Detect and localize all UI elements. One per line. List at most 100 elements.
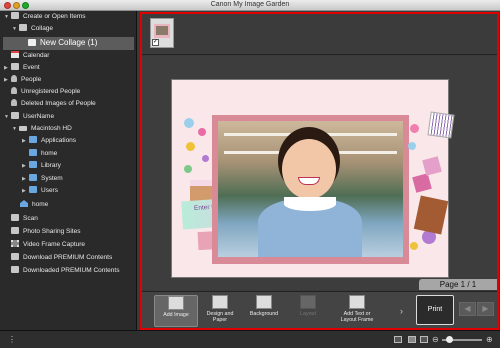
sidebar-item-photo-sharing-sites[interactable]: Photo Sharing Sites (11, 226, 80, 238)
gift-sticker[interactable] (422, 156, 442, 176)
flower-decoration (184, 118, 194, 128)
zoom-in-icon[interactable]: ⊕ (486, 335, 493, 344)
design-and-paper-button[interactable]: Design and Paper (198, 295, 242, 327)
previous-button[interactable]: ◀ (459, 302, 476, 316)
disclosure-open-icon[interactable]: ▼ (4, 11, 11, 23)
collage-page[interactable]: Enter text. (171, 79, 455, 278)
collage-icon (19, 24, 27, 31)
folder-icon (29, 149, 37, 156)
sidebar-item-event[interactable]: ▶ Event (4, 62, 40, 74)
chevron-right-icon[interactable]: › (400, 306, 403, 316)
next-button[interactable]: ▶ (477, 302, 494, 316)
flower-decoration (408, 142, 416, 150)
page-indicator: Page 1 / 1 (419, 279, 497, 290)
zoom-out-icon[interactable]: ⊖ (432, 335, 439, 344)
thumbnail-photo-preview (156, 26, 168, 35)
sidebar-item-username[interactable]: ▼ UserName (4, 111, 54, 123)
page-select-checkbox[interactable]: ✓ (152, 39, 159, 46)
sidebar-item-system[interactable]: ▶ System (22, 173, 63, 185)
download-icon (11, 253, 19, 260)
flower-decoration (198, 128, 206, 136)
shelf (224, 133, 397, 136)
video-frame-icon (11, 240, 19, 247)
layout-icon (300, 295, 316, 309)
photo-subject-collar (284, 197, 336, 211)
hard-drive-icon (19, 126, 27, 131)
sidebar-item-download-premium-contents[interactable]: Download PREMIUM Contents (11, 252, 112, 264)
striped-gift-sticker[interactable] (427, 111, 455, 139)
sidebar-item-calendar[interactable]: Calendar (11, 50, 49, 62)
flower-decoration (184, 165, 192, 173)
sidebar-item-new-collage[interactable]: New Collage (1) (28, 37, 97, 49)
event-icon (11, 63, 19, 70)
flower-decoration (186, 142, 195, 151)
add-text-icon (349, 295, 365, 309)
preview-canvas: Enter text. Page 1 / 1 (142, 56, 497, 290)
flower-decoration (410, 124, 419, 133)
flower-decoration (202, 155, 209, 162)
photo-subject-face (282, 139, 336, 199)
page-thumbnail-strip: ✓ (142, 14, 497, 55)
print-button[interactable]: Print (416, 295, 454, 325)
background-button[interactable]: Background (242, 295, 286, 327)
disclosure-open-icon[interactable]: ▼ (12, 123, 19, 135)
sidebar-item-collage[interactable]: ▼ Collage (12, 23, 53, 35)
sidebar-item-library[interactable]: ▶ Library (22, 160, 61, 172)
edit-area: ✓ Enter text. Page 1 / 1 Add Image Desig… (140, 12, 499, 330)
sidebar-item-video-frame-capture[interactable]: Video Frame Capture (11, 239, 85, 251)
sidebar-item-applications[interactable]: ▶ Applications (22, 135, 76, 147)
unregistered-person-icon (11, 87, 17, 94)
gift-sticker[interactable] (412, 173, 432, 193)
sidebar-item-home[interactable]: home (20, 199, 48, 211)
edit-toolbar: Add Image Design and Paper Background La… (142, 291, 497, 328)
single-view-icon[interactable] (394, 336, 402, 343)
folder-icon (29, 161, 37, 168)
sidebar-item-deleted-images-of-people[interactable]: Deleted Images of People (11, 98, 96, 110)
collage-document-icon (28, 39, 36, 46)
layout-button[interactable]: Layout (286, 295, 330, 327)
disclosure-closed-icon[interactable]: ▶ (22, 185, 29, 197)
computer-icon (11, 112, 19, 119)
disclosure-closed-icon[interactable]: ▶ (22, 173, 29, 185)
sidebar-item-macintosh-hd[interactable]: ▼ Macintosh HD (12, 123, 72, 135)
fit-view-icon[interactable] (420, 336, 428, 343)
disclosure-closed-icon[interactable]: ▶ (4, 62, 11, 74)
scanner-icon (11, 214, 19, 221)
disclosure-closed-icon[interactable]: ▶ (4, 74, 11, 86)
disclosure-open-icon[interactable]: ▼ (12, 23, 19, 35)
page-thumbnail[interactable]: ✓ (150, 18, 174, 48)
sidebar: ▼ Create or Open Items ▼ Collage New Colla… (0, 11, 137, 330)
flower-decoration (410, 242, 418, 250)
disclosure-closed-icon[interactable]: ▶ (22, 160, 29, 172)
sidebar-item-downloaded-premium-contents[interactable]: Downloaded PREMIUM Contents (11, 265, 119, 277)
add-text-or-layout-frame-button[interactable]: Add Text or Layout Frame (332, 295, 382, 327)
sidebar-item-create-or-open-items[interactable]: ▼ Create or Open Items (4, 11, 86, 23)
full-view-icon[interactable] (408, 336, 416, 343)
zoom-slider-knob[interactable] (446, 336, 453, 343)
add-image-button[interactable]: Add Image (154, 295, 198, 327)
sidebar-item-people[interactable]: ▶ People (4, 74, 41, 86)
deleted-person-icon (11, 99, 17, 106)
window-title: Canon My Image Garden (210, 1, 290, 8)
disclosure-closed-icon[interactable]: ▶ (22, 135, 29, 147)
sidebar-item-unregistered-people[interactable]: Unregistered People (11, 86, 80, 98)
photo-sharing-icon (11, 227, 19, 234)
calendar-icon (11, 51, 19, 58)
sidebar-item-scan[interactable]: Scan (11, 213, 38, 225)
background-icon (256, 295, 272, 309)
items-icon (11, 12, 19, 19)
folder-icon (29, 186, 37, 193)
info-icon[interactable]: ⋮ (8, 335, 16, 344)
disclosure-open-icon[interactable]: ▼ (4, 111, 11, 123)
downloaded-icon (11, 266, 19, 273)
title-bar: Canon My Image Garden (0, 0, 500, 11)
sidebar-item-home-folder[interactable]: home (29, 148, 57, 160)
folder-icon (29, 174, 37, 181)
status-bar: ⋮ ⊖ ⊕ (0, 330, 500, 348)
bag-sticker[interactable] (413, 195, 449, 235)
design-and-paper-icon (212, 295, 228, 309)
folder-icon (29, 136, 37, 143)
sidebar-item-users[interactable]: ▶ Users (22, 185, 58, 197)
collage-photo[interactable] (218, 121, 403, 257)
photo-frame[interactable] (212, 115, 409, 264)
